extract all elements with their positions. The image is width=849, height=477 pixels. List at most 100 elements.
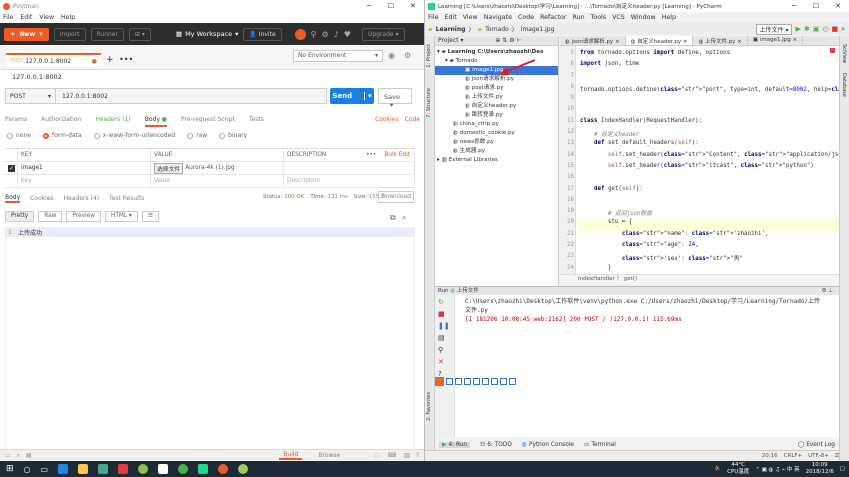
project-tool-tab[interactable]: 1: Project [426, 44, 432, 68]
radio-none[interactable]: none [7, 132, 31, 139]
app-icon[interactable] [158, 464, 169, 474]
new-value-input[interactable]: Value [151, 175, 284, 187]
save-button[interactable]: Save ▾ [378, 88, 412, 109]
favorites-tool-tab[interactable]: 2: Favorites [426, 392, 432, 421]
profile-icon[interactable]: ◴ [822, 25, 828, 33]
tree-item-cookie[interactable]: ◍ domestic_cookie.py [435, 129, 558, 138]
menu-view[interactable]: View [39, 14, 54, 21]
minimize-icon[interactable]: ─ [358, 0, 380, 12]
editor-tab-json[interactable]: ◍ json请求解析.py × [560, 36, 626, 45]
layout-icon[interactable]: ▤ [438, 334, 454, 342]
wrench-icon[interactable]: ⚙ [322, 30, 329, 39]
menu-navigate[interactable]: Navigate [484, 14, 512, 21]
todo-tool-tab[interactable]: ☷ 6: TODO [480, 442, 512, 448]
resp-tab-headers[interactable]: Headers (4) [64, 195, 99, 202]
raw-button[interactable]: Raw [38, 211, 63, 222]
editor-tab-upload[interactable]: ◍ 上传文件.py × [693, 36, 748, 45]
search-everywhere-icon[interactable]: ⌕ [841, 25, 845, 34]
database-tab[interactable]: Database [841, 73, 847, 97]
tree-item-upload[interactable]: ◍ 上传文件.py [435, 93, 558, 102]
editor-tab-header[interactable]: ◍ 自定义header.py × [625, 36, 694, 45]
app2-icon[interactable] [238, 464, 249, 474]
tab-body[interactable]: Body ● [144, 116, 168, 127]
resp-tab-test-results[interactable]: Test Results [109, 195, 144, 202]
tab-params[interactable]: Params [5, 116, 27, 127]
ime-cn-icon[interactable] [446, 378, 453, 385]
tray-icons[interactable]: ⌃ ▣ ◍ ♫ ⌁ 中 英 [755, 465, 799, 473]
explorer-icon[interactable] [78, 464, 89, 474]
ime-mic-icon[interactable] [473, 378, 480, 385]
tree-item-generator[interactable]: ◍ 生成器.py [435, 147, 558, 156]
clock[interactable]: 10:09 2018/12/6 [806, 462, 834, 476]
task-view-icon[interactable]: ▭ [41, 465, 49, 474]
editor-tab-image1[interactable]: ▣ image1.jpg × [748, 36, 804, 45]
settings-gear-icon[interactable]: ⊕ ⇅ ⚙ ⊢ [495, 37, 521, 44]
build-tab[interactable]: Build [279, 451, 303, 460]
ime-grid-icon[interactable] [509, 378, 516, 385]
environment-select[interactable]: No Environment ▾ [293, 50, 383, 62]
menu-file[interactable]: File [3, 14, 13, 21]
nav-image1[interactable]: image1.jpg [521, 26, 555, 33]
tab-authorization[interactable]: Authorization [41, 116, 81, 127]
radio-urlencoded[interactable]: x-www-form-urlencoded [93, 132, 175, 139]
menu-code[interactable]: Code [518, 14, 534, 21]
upgrade-button[interactable]: Upgrade ▾ [361, 27, 405, 41]
runner-button[interactable]: Runner [90, 27, 124, 41]
pin-icon[interactable]: ⚲ [438, 346, 454, 354]
more-tabs-icon[interactable]: ••• [119, 55, 133, 64]
ime-keyboard-icon[interactable] [482, 378, 489, 385]
resp-tab-cookies[interactable]: Cookies [30, 195, 54, 202]
sync-icon[interactable] [294, 28, 306, 40]
postman-taskbar-icon[interactable] [218, 464, 229, 474]
structure-tool-tab[interactable]: 7: Structure [426, 88, 432, 118]
maximize-icon[interactable]: ☐ [805, 0, 827, 12]
cookies-link[interactable]: Cookies [375, 116, 399, 127]
code-link[interactable]: Code [405, 116, 420, 127]
ime-tools-icon[interactable] [500, 378, 507, 385]
person-icon[interactable]: ⛹ [714, 466, 721, 472]
menu-window[interactable]: Window [631, 14, 656, 21]
heart-icon[interactable]: ♥ [344, 30, 351, 39]
tree-item-login[interactable]: ◍ 跳转登录.py [435, 111, 558, 120]
run-config-select[interactable]: 上传文件 ▾ [755, 23, 793, 35]
tab-headers[interactable]: Headers (1) [95, 116, 130, 127]
import-button[interactable]: Import [53, 27, 86, 41]
ime-punct-icon[interactable] [455, 378, 462, 385]
radio-raw[interactable]: raw [187, 132, 207, 139]
tab-pre-request-script[interactable]: Pre-request Script [181, 116, 235, 127]
nav-tornado[interactable]: Tornado [485, 26, 509, 33]
tree-item-learning[interactable]: ▾ ▰ Learning C:\Users\zhaozhi\Des [435, 48, 558, 57]
method-select[interactable]: POST ▾ [6, 89, 56, 103]
menu-help[interactable]: Help [662, 14, 676, 21]
nav-learning[interactable]: Learning [436, 26, 466, 33]
menu-help[interactable]: Help [61, 14, 75, 21]
editor-breadcrumb[interactable]: IndexHandler 〉 get() [560, 274, 839, 284]
copy-icon[interactable]: ⧉ [390, 213, 396, 223]
maximize-icon[interactable]: ☐ [380, 0, 402, 12]
chrome-icon[interactable] [178, 464, 189, 474]
preview-button[interactable]: Preview [66, 211, 101, 222]
send-button[interactable]: Send ▾ [330, 88, 374, 104]
new-window-button[interactable]: ⊞ ▾ [128, 27, 151, 41]
radio-form-data[interactable]: form-data [42, 132, 82, 139]
sogou-ime-icon[interactable] [435, 377, 444, 386]
browse-tab[interactable]: Browse [314, 452, 344, 459]
ime-skin-icon[interactable] [491, 378, 498, 385]
stop-icon[interactable]: ■ [438, 310, 454, 318]
more-icon[interactable]: ••• [366, 152, 376, 158]
request-tab[interactable]: POST 127.0.0.1:8002 ● [6, 53, 101, 67]
menu-file[interactable]: File [428, 14, 439, 21]
keyboard-icon[interactable]: ⌨ [387, 452, 396, 459]
search-icon[interactable]: ⌕ [402, 213, 406, 223]
tree-item-ctrip[interactable]: ◍ china_ctrip.py [435, 120, 558, 129]
pycharm-taskbar-icon[interactable] [198, 464, 209, 474]
menu-edit[interactable]: Edit [20, 14, 32, 21]
invite-button[interactable]: 👤 Invite [243, 27, 282, 41]
tree-item-external-libraries[interactable]: ▸ ▥ External Libraries [435, 156, 558, 165]
terminal-tab[interactable]: ▭ Terminal [584, 442, 616, 448]
coverage-icon[interactable]: ▣ [813, 25, 820, 33]
run-icon[interactable]: ▶ [795, 25, 800, 33]
event-log-tab[interactable]: ◯ Event Log [798, 442, 835, 448]
close-icon[interactable]: ✕ [438, 358, 454, 366]
bulb-icon[interactable]: ◌ [374, 452, 379, 459]
